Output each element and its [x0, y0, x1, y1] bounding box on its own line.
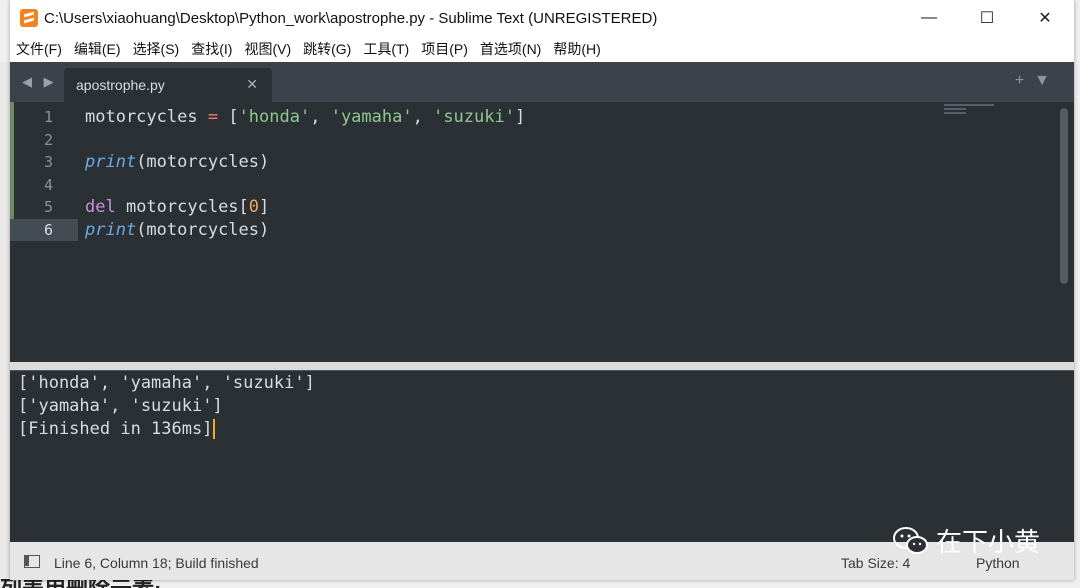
watermark-text: 在下小黄 — [935, 527, 1040, 557]
menu-project[interactable]: 项目(P) — [415, 39, 474, 59]
menu-selection[interactable]: 选择(S) — [127, 39, 186, 59]
code-line[interactable]: 6 print(motorcycles) — [10, 218, 1050, 242]
code-token: motorcycles — [85, 107, 208, 127]
code-token: , — [310, 107, 331, 127]
maximize-button[interactable]: ☐ — [958, 0, 1016, 36]
output-line: ['honda', 'yamaha', 'suzuki'] — [18, 373, 315, 393]
menu-view[interactable]: 视图(V) — [238, 39, 297, 59]
menu-preferences[interactable]: 首选项(N) — [474, 39, 547, 59]
tab-dropdown-icon[interactable]: ▼ — [1034, 72, 1060, 89]
line-number: 4 — [43, 175, 53, 194]
menu-help[interactable]: 帮助(H) — [547, 39, 606, 59]
panel-toggle-icon[interactable] — [24, 555, 40, 568]
code-token: 'honda' — [238, 107, 311, 127]
code-text: print(motorcycles) — [85, 151, 269, 174]
window-title: C:\Users\xiaohuang\Desktop\Python_work\a… — [44, 9, 658, 27]
tab-apostrophe[interactable]: apostrophe.py ✕ — [64, 68, 272, 102]
new-tab-icon[interactable]: + — [1015, 72, 1034, 89]
code-token: motorcycles[ — [115, 197, 249, 217]
code-token: [ — [218, 107, 239, 127]
tab-label: apostrophe.py — [76, 77, 165, 93]
wechat-icon — [892, 526, 928, 554]
code-token: print — [85, 152, 137, 172]
code-text: print(motorcycles) — [85, 219, 269, 242]
sublime-window: C:\Users\xiaohuang\Desktop\Python_work\a… — [10, 0, 1074, 580]
code-token: ] — [259, 197, 270, 217]
wechat-watermark: 在下小黄 — [892, 522, 1040, 559]
menu-goto[interactable]: 跳转(G) — [297, 39, 357, 59]
tab-bar: ◀ ▶ apostrophe.py ✕ +▼ — [10, 62, 1074, 102]
code-line[interactable]: 5 del motorcycles[0] — [10, 196, 1050, 219]
build-output-panel[interactable]: ['honda', 'yamaha', 'suzuki'] ['yamaha',… — [10, 370, 1074, 543]
window-controls: — ☐ ✕ — [900, 0, 1074, 36]
editor-scrollbar[interactable] — [1060, 108, 1068, 284]
code-token: (motorcycles) — [136, 152, 270, 172]
code-line[interactable]: 1 motorcycles = ['honda', 'yamaha', 'suzu… — [10, 106, 1050, 129]
minimap[interactable] — [944, 104, 1004, 124]
code-line[interactable]: 3 print(motorcycles) — [10, 151, 1050, 174]
code-text: del motorcycles[0] — [85, 196, 269, 219]
code-token: ] — [514, 107, 526, 127]
tab-nav-arrows-icon[interactable]: ◀ ▶ — [22, 74, 58, 90]
code-line[interactable]: 4 — [10, 174, 1050, 197]
close-button[interactable]: ✕ — [1016, 0, 1074, 36]
code-editor[interactable]: 1 motorcycles = ['honda', 'yamaha', 'suzu… — [10, 102, 1074, 364]
line-number: 1 — [43, 108, 53, 126]
code-token: 0 — [248, 197, 260, 217]
code-text: motorcycles = ['honda', 'yamaha', 'suzuk… — [85, 106, 525, 129]
minimize-button[interactable]: — — [900, 0, 958, 36]
output-line-finished: [Finished in 136ms] — [18, 419, 216, 439]
code-token: , — [412, 107, 434, 127]
code-token: del — [85, 197, 116, 217]
output-finished-text: [Finished in 136ms] — [18, 419, 213, 439]
line-number: 6 — [43, 220, 53, 239]
tab-close-icon[interactable]: ✕ — [246, 76, 258, 93]
sublime-app-icon — [20, 9, 38, 27]
tab-bar-actions: +▼ — [1015, 72, 1060, 90]
code-token: = — [207, 107, 219, 127]
menu-bar: 文件(F) 编辑(E) 选择(S) 查找(I) 视图(V) 跳转(G) 工具(T… — [10, 36, 1074, 62]
text-caret — [213, 419, 216, 439]
status-position: Line 6, Column 18; Build finished — [54, 555, 259, 571]
code-token: (motorcycles) — [136, 219, 270, 240]
code-token: 'yamaha' — [330, 107, 413, 127]
line-number: 5 — [43, 198, 53, 216]
title-bar: C:\Users\xiaohuang\Desktop\Python_work\a… — [10, 0, 1074, 36]
code-token: 'suzuki' — [433, 107, 515, 127]
line-number: 2 — [43, 130, 53, 149]
line-number: 3 — [43, 153, 53, 171]
menu-file[interactable]: 文件(F) — [10, 39, 68, 59]
panel-divider[interactable] — [10, 362, 1074, 370]
code-lines: 1 motorcycles = ['honda', 'yamaha', 'suzu… — [10, 106, 1050, 241]
menu-find[interactable]: 查找(I) — [185, 39, 238, 59]
code-token: print — [85, 219, 137, 240]
background-window-strip — [0, 62, 10, 588]
code-line[interactable]: 2 — [10, 129, 1050, 152]
menu-tools[interactable]: 工具(T) — [357, 39, 415, 59]
menu-edit[interactable]: 编辑(E) — [68, 39, 127, 59]
output-line: ['yamaha', 'suzuki'] — [18, 396, 223, 416]
